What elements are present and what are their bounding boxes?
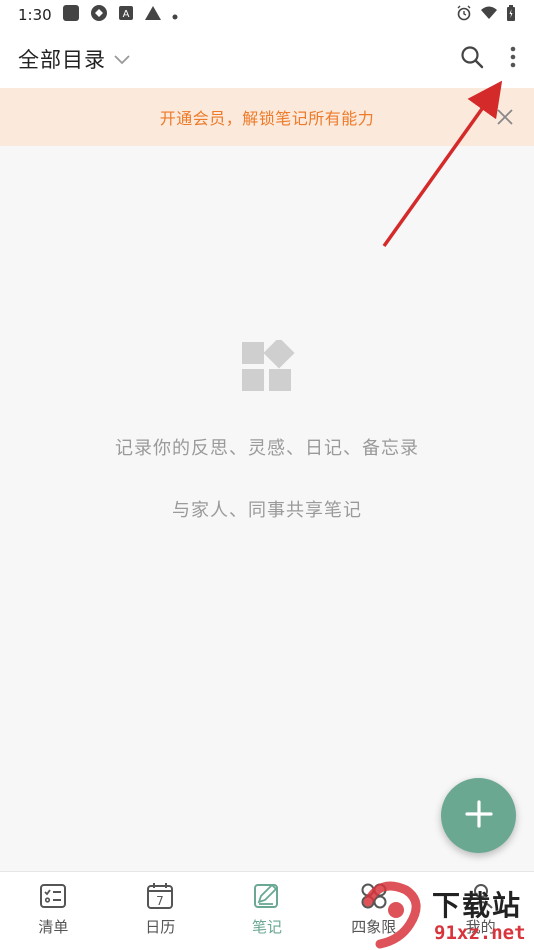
watermark-logo-icon <box>363 881 421 949</box>
app-notification-icon <box>62 4 80 26</box>
calendar-day-number: 7 <box>156 894 164 908</box>
nav-label-checklist: 清单 <box>38 918 69 936</box>
wifi-icon <box>480 6 498 24</box>
site-watermark: 下载站 91xz.net <box>360 880 534 950</box>
battery-icon <box>506 4 516 26</box>
nav-item-calendar[interactable]: 7 日历 <box>107 872 214 950</box>
banner-text: 开通会员，解锁笔记所有能力 <box>159 109 375 128</box>
calendar-icon: 7 <box>146 882 174 910</box>
close-icon[interactable] <box>496 108 514 126</box>
svg-text:A: A <box>122 9 129 20</box>
directory-selector[interactable]: 全部目录 <box>18 44 130 74</box>
checklist-icon <box>39 882 67 910</box>
more-notifications-dot-icon <box>172 6 178 24</box>
sync-notification-icon <box>90 4 108 26</box>
chevron-down-icon <box>114 50 130 69</box>
empty-state-line1: 记录你的反思、灵感、日记、备忘录 <box>115 438 419 459</box>
status-left: 1:30 A <box>18 4 178 26</box>
a-notification-icon: A <box>118 5 134 25</box>
status-right <box>456 4 516 26</box>
status-bar: 1:30 A <box>0 0 534 30</box>
app-actions <box>460 45 516 73</box>
watermark-text-domain: 91xz.net <box>434 922 526 944</box>
alarm-icon <box>456 5 472 25</box>
membership-banner[interactable]: 开通会员，解锁笔记所有能力 <box>0 88 534 146</box>
page-title: 全部目录 <box>18 48 106 72</box>
nav-item-notes[interactable]: 笔记 <box>214 872 321 950</box>
warning-notification-icon <box>144 5 162 25</box>
app-bar: 全部目录 <box>0 30 534 88</box>
nav-label-notes: 笔记 <box>251 918 282 936</box>
note-edit-icon <box>253 882 281 910</box>
nav-item-checklist[interactable]: 清单 <box>0 872 107 950</box>
add-note-button[interactable] <box>441 778 516 853</box>
empty-notes-icon <box>241 337 295 394</box>
empty-state-line2: 与家人、同事共享笔记 <box>172 500 362 521</box>
watermark-text-main: 下载站 <box>432 889 523 922</box>
status-time: 1:30 <box>18 6 52 24</box>
search-icon[interactable] <box>460 45 484 73</box>
more-options-icon[interactable] <box>510 46 516 72</box>
plus-icon <box>464 799 494 833</box>
nav-label-calendar: 日历 <box>145 918 176 936</box>
